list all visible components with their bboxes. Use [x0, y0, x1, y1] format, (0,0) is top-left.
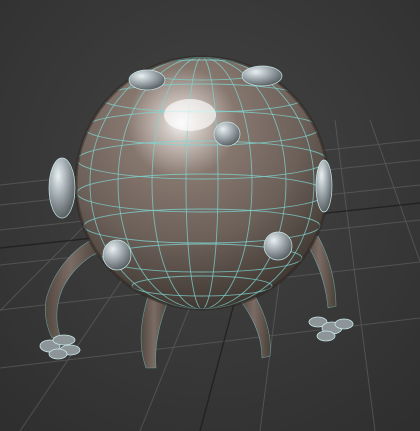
nub-lower-left [102, 239, 132, 271]
nub-top-right [241, 65, 283, 87]
3d-viewport[interactable] [0, 0, 420, 431]
nub-center [213, 121, 241, 147]
specular-highlight [164, 99, 216, 131]
nub-left-side [48, 157, 76, 219]
nub-lower-right [263, 231, 293, 261]
viewport-scene [0, 0, 420, 431]
body-sphere[interactable] [74, 55, 330, 311]
nub-right-side [315, 159, 333, 213]
nub-top-left [128, 69, 166, 91]
